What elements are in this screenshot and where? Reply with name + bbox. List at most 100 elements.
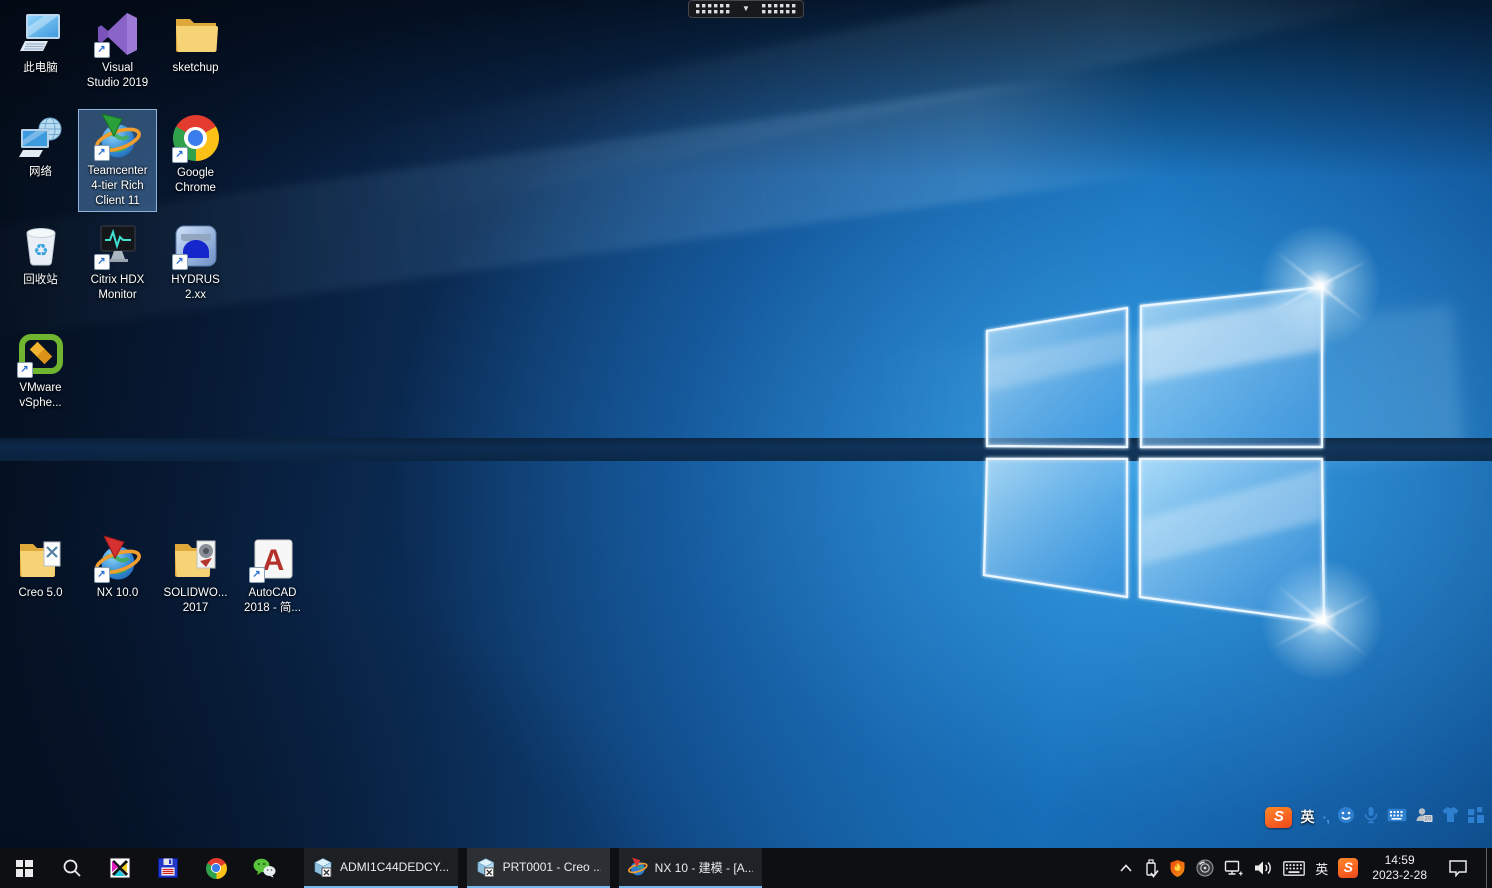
desktop-icon-nx[interactable]: ↗ NX 10.0 [78, 531, 157, 604]
flame-shield-icon [1169, 859, 1186, 878]
shortcut-arrow-icon: ↗ [94, 42, 110, 58]
shortcut-arrow-icon: ↗ [17, 362, 33, 378]
creo-cube-icon [313, 857, 333, 877]
system-tray: 英 S 14:59 2023-2-28 [1114, 848, 1492, 888]
sogou-toolbox-icon[interactable] [1468, 807, 1484, 828]
search-button[interactable] [48, 848, 96, 888]
solidworks-folder-icon [172, 535, 220, 583]
desktop-icon-label: VMware vSphe... [2, 381, 79, 411]
taskbar: ADMI1C44DEDCY... PRT0001 - Creo ... [0, 848, 1492, 888]
tray-volume[interactable] [1248, 848, 1278, 888]
desktop-icon-label: Creo 5.0 [2, 586, 79, 601]
sogou-skin-icon[interactable] [1441, 806, 1460, 828]
taskbar-window-title: ADMI1C44DEDCY... [340, 860, 449, 874]
teamcenter-icon: ↗ [94, 113, 142, 161]
desktop-icon-citrix-hdx[interactable]: ↗ Citrix HDX Monitor [78, 218, 157, 306]
taskbar-window-prt0001[interactable]: PRT0001 - Creo ... [467, 848, 610, 888]
action-center-icon [1448, 859, 1468, 877]
tray-chevron-button[interactable] [1114, 848, 1138, 888]
desktop-icon-label: sketchup [157, 61, 234, 76]
desktop-icon-vmware[interactable]: ↗ VMware vSphe... [1, 326, 80, 414]
desktop-icon-solidworks[interactable]: SOLIDWO... 2017 [156, 531, 235, 619]
desktop-icon-label: HYDRUS 2.xx [157, 273, 234, 303]
grip-dots-icon [696, 4, 730, 14]
tray-input-language[interactable]: 英 [1310, 848, 1333, 888]
shortcut-arrow-icon: ↗ [94, 145, 110, 161]
desktop-icon-creo[interactable]: Creo 5.0 [1, 531, 80, 604]
sogou-input-mode[interactable]: 英 [1300, 807, 1314, 827]
floppy-disk-icon [157, 857, 179, 879]
grip-dots-icon [762, 4, 796, 14]
taskbar-window-nx[interactable]: NX 10 - 建模 - [A... [619, 848, 762, 888]
sogou-logo-icon[interactable]: S [1265, 807, 1292, 828]
windows-start-icon [16, 860, 33, 877]
desktop-icon-label: 回收站 [2, 273, 79, 288]
vmware-vsphere-icon: ↗ [17, 330, 65, 378]
desktop-icon-label: Google Chrome [157, 166, 234, 196]
desktop-icon-visual-studio[interactable]: ↗ Visual Studio 2019 [78, 6, 157, 94]
tray-antivirus-shield[interactable] [1164, 848, 1191, 888]
shortcut-arrow-icon: ↗ [172, 147, 188, 163]
spiral-disc-icon [1196, 859, 1214, 877]
shortcut-arrow-icon: ↗ [172, 254, 188, 270]
show-desktop-button[interactable] [1486, 848, 1492, 888]
tray-360-utility[interactable] [1191, 848, 1219, 888]
hydrus-icon: ↗ [172, 222, 220, 270]
taskbar-window-title: NX 10 - 建模 - [A... [655, 859, 753, 876]
nx-globe-icon [628, 857, 648, 877]
chrome-icon: ↗ [172, 115, 220, 163]
search-icon [62, 858, 82, 878]
start-button[interactable] [0, 848, 48, 888]
pull-down-arrow-icon: ▼ [742, 5, 750, 13]
desktop-icon-label: Visual Studio 2019 [79, 61, 156, 91]
desktop-icon-label: NX 10.0 [79, 586, 156, 601]
desktop-icon-hydrus[interactable]: ↗ HYDRUS 2.xx [156, 218, 235, 306]
autocad-icon: A ↗ [249, 535, 297, 583]
usb-device-icon [1143, 859, 1159, 878]
tray-network[interactable] [1219, 848, 1248, 888]
sogou-account-icon[interactable]: 20 [1415, 807, 1433, 828]
pinned-app-wechat[interactable] [240, 848, 288, 888]
keyboard-icon [1283, 861, 1305, 876]
sogou-voice-icon[interactable] [1363, 806, 1379, 829]
pinned-app-cad-utility[interactable] [96, 848, 144, 888]
tray-sogou[interactable]: S [1333, 848, 1363, 888]
sogou-punctuation-icon[interactable]: ·, [1322, 809, 1329, 825]
desktop-icon-label: Teamcenter 4-tier Rich Client 11 [79, 164, 156, 209]
taskbar-window-title: PRT0001 - Creo ... [503, 860, 601, 874]
creo-cube-icon [476, 857, 496, 877]
taskbar-clock[interactable]: 14:59 2023-2-28 [1363, 853, 1436, 883]
clock-date: 2023-2-28 [1372, 868, 1427, 883]
speaker-icon [1253, 859, 1273, 877]
pinned-app-floppy[interactable] [144, 848, 192, 888]
desktop-icon-label: AutoCAD 2018 - 简... [234, 586, 311, 616]
taskbar-window-admi[interactable]: ADMI1C44DEDCY... [304, 848, 458, 888]
recycle-bin-icon: ♻ [17, 222, 65, 270]
desktop-icon-autocad[interactable]: A ↗ AutoCAD 2018 - 简... [233, 531, 312, 619]
remote-session-toolbar-handle[interactable]: ▼ [688, 0, 804, 18]
desktop-icon-label: Citrix HDX Monitor [79, 273, 156, 303]
shortcut-arrow-icon: ↗ [94, 254, 110, 270]
desktop-icon-this-pc[interactable]: 此电脑 [1, 6, 80, 79]
tray-touch-keyboard[interactable] [1278, 848, 1310, 888]
svg-text:A: A [262, 544, 284, 577]
open-windows: ADMI1C44DEDCY... PRT0001 - Creo ... [304, 848, 762, 888]
desktop-icon-label: 网络 [2, 165, 79, 180]
tray-usb-device[interactable] [1138, 848, 1164, 888]
pinned-app-chrome[interactable] [192, 848, 240, 888]
network-icon [17, 114, 65, 162]
sogou-keyboard-icon[interactable] [1387, 808, 1407, 827]
desktop-icon-network[interactable]: 网络 [1, 110, 80, 183]
desktop-icon-google-chrome[interactable]: ↗ Google Chrome [156, 110, 235, 199]
action-center-button[interactable] [1436, 848, 1480, 888]
light-flare [1250, 215, 1390, 355]
desktop-icon-sketchup[interactable]: sketchup [156, 6, 235, 79]
svg-text:20: 20 [1424, 815, 1432, 822]
sogou-logo-icon: S [1338, 858, 1358, 878]
desktop-icon-recycle-bin[interactable]: ♻ 回收站 [1, 218, 80, 291]
shortcut-arrow-icon: ↗ [94, 567, 110, 583]
sogou-emoji-icon[interactable] [1337, 806, 1355, 829]
shortcut-arrow-icon: ↗ [249, 567, 265, 583]
desktop-icon-teamcenter[interactable]: ↗ Teamcenter 4-tier Rich Client 11 [78, 109, 157, 212]
visual-studio-icon: ↗ [94, 10, 142, 58]
